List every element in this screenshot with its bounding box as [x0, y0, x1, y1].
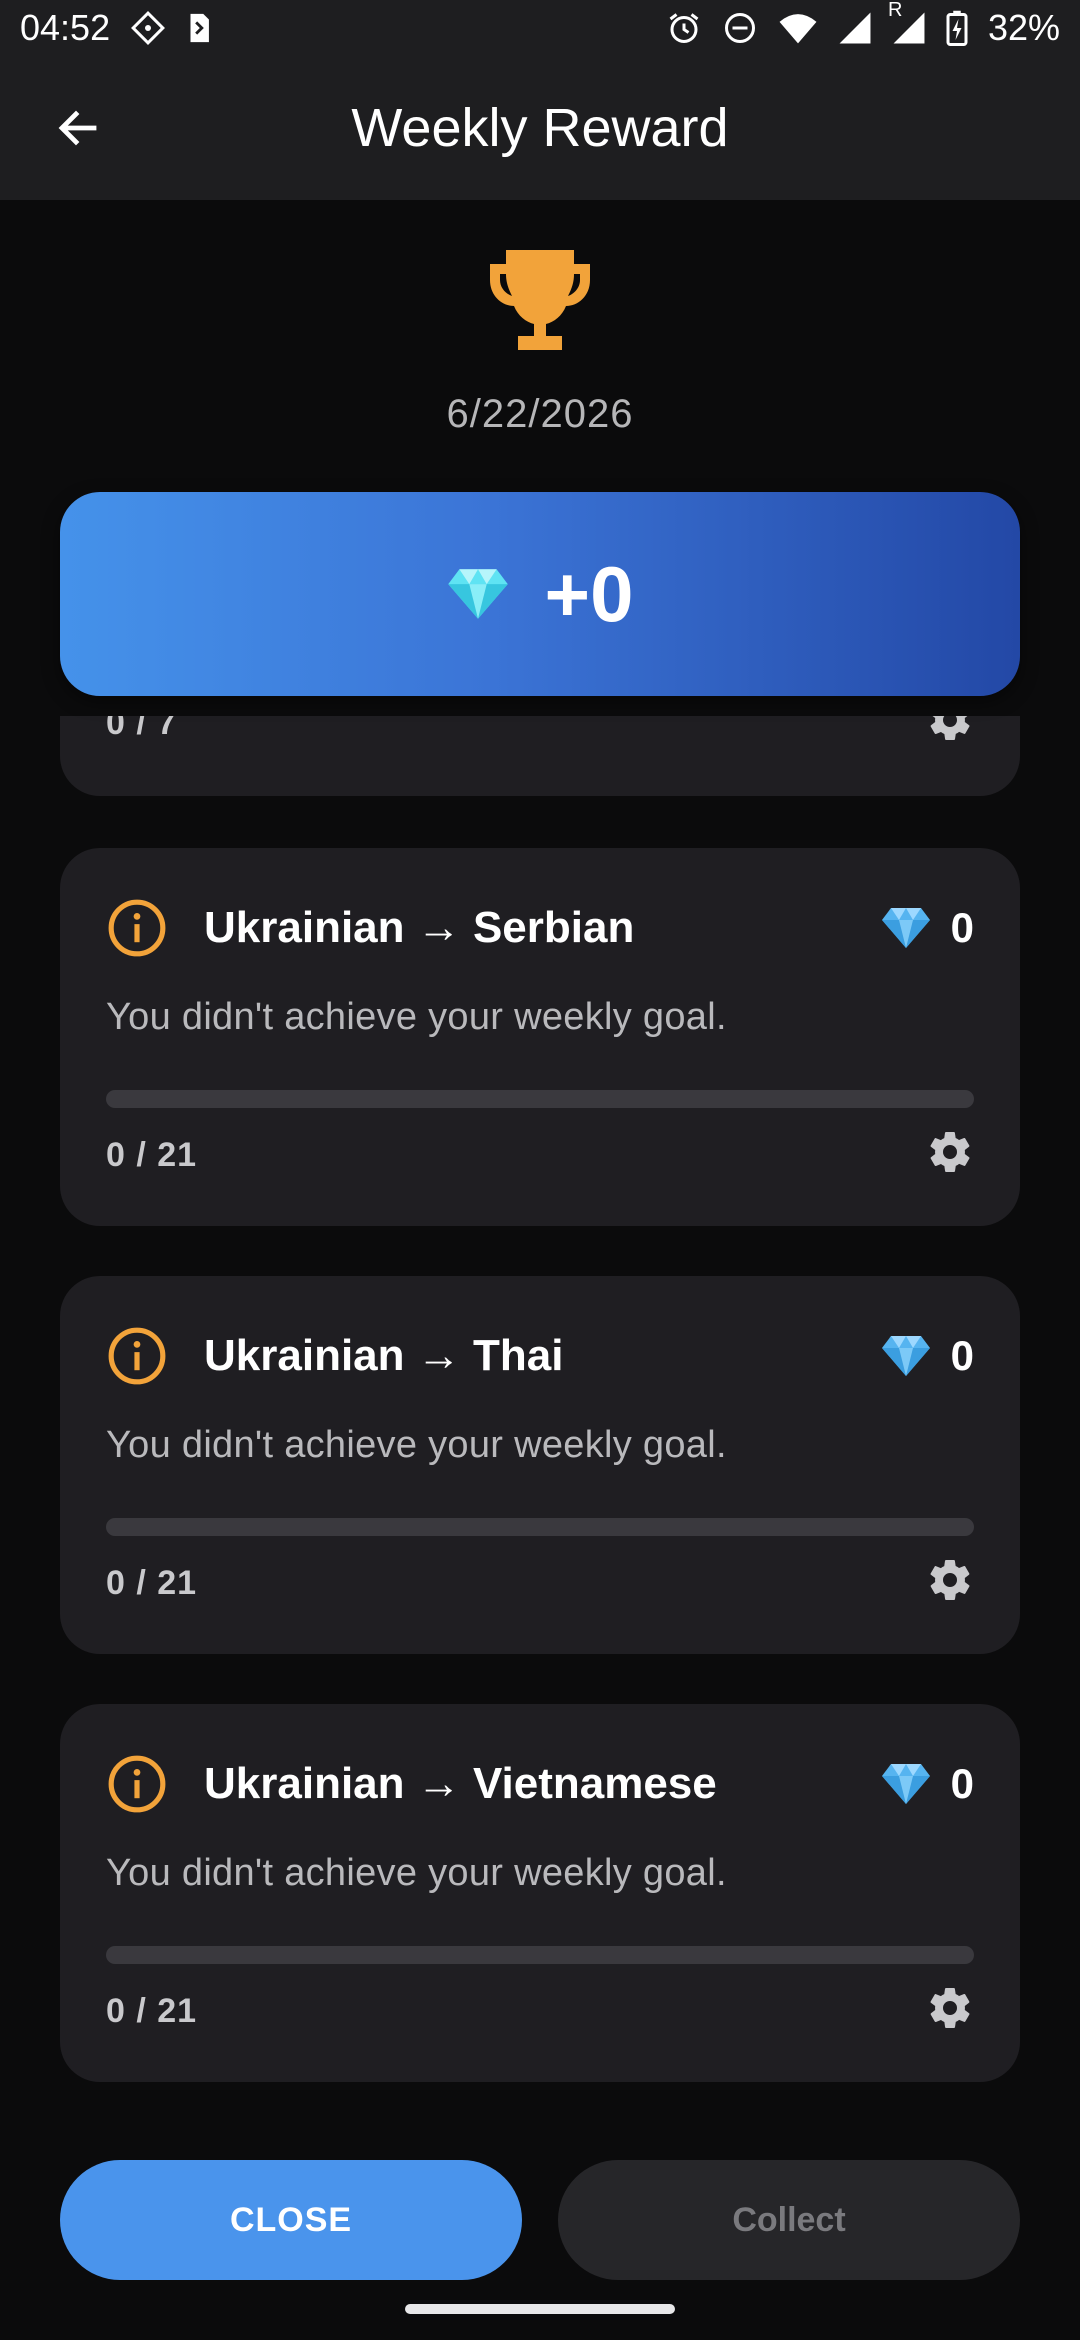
- card-gem-count: 0: [950, 904, 974, 951]
- progress-text: 0 / 21: [106, 1564, 198, 1602]
- diamond-icon: [447, 569, 508, 619]
- settings-gear-icon[interactable]: [926, 1556, 974, 1604]
- wifi-icon: [778, 11, 818, 45]
- alarm-icon: [666, 10, 702, 46]
- signal-icon: [838, 11, 872, 45]
- diamond-icon: [881, 1336, 930, 1376]
- progress-bar: [106, 1946, 974, 1964]
- progress-bar: [106, 1518, 974, 1536]
- app-bar: Weekly Reward: [0, 56, 1080, 200]
- goals-list[interactable]: 0 / 7 Ukrainian → Serbian 0 You didn't a…: [0, 716, 1080, 2096]
- reward-banner: +0: [60, 492, 1020, 696]
- status-right: R 32%: [666, 0, 1060, 49]
- page-title: Weekly Reward: [351, 98, 729, 158]
- arrow-back-icon: [58, 110, 97, 146]
- card-title: Ukrainian → Vietnamese: [204, 1759, 717, 1808]
- diamond-icon: [881, 908, 930, 948]
- progress-text: 0 / 7: [106, 716, 178, 742]
- home-indicator[interactable]: [405, 2304, 675, 2314]
- status-bar: 04:52 R 32%: [0, 0, 1080, 56]
- progress-text: 0 / 21: [106, 1992, 198, 2030]
- battery-charging-icon: [946, 10, 968, 46]
- card-gem-count: 0: [950, 1332, 974, 1379]
- sim-card-icon: [186, 11, 212, 45]
- card-gems: 0: [881, 904, 974, 952]
- progress-bar: [106, 1090, 974, 1108]
- goal-card: Ukrainian → Vietnamese 0 You didn't achi…: [60, 1704, 1020, 2082]
- diamond-icon: [881, 1764, 930, 1804]
- status-time: 04:52: [20, 7, 111, 48]
- card-header: Ukrainian → Thai 0: [106, 1324, 974, 1388]
- close-button[interactable]: CLOSE: [60, 2160, 522, 2280]
- card-header: Ukrainian → Vietnamese 0: [106, 1752, 974, 1816]
- reward-value: +0: [544, 549, 634, 638]
- info-icon: [108, 899, 166, 957]
- goal-card: Ukrainian → Serbian 0 You didn't achieve…: [60, 848, 1020, 1226]
- card-gem-count: 0: [950, 1760, 974, 1807]
- signal-roaming-icon: R: [888, 0, 926, 45]
- card-message: You didn't achieve your weekly goal.: [106, 1424, 727, 1466]
- card-title: Ukrainian → Serbian: [204, 903, 635, 952]
- info-icon: [108, 1755, 166, 1813]
- goal-card-partial: 0 / 7: [60, 716, 1020, 796]
- reward-date: 6/22/2026: [446, 392, 634, 436]
- settings-gear-icon[interactable]: [926, 716, 974, 744]
- info-icon: [108, 1327, 166, 1385]
- collect-button[interactable]: Collect: [558, 2160, 1020, 2280]
- battery-percent: 32%: [987, 7, 1060, 48]
- settings-gear-icon[interactable]: [926, 1984, 974, 2032]
- settings-gear-icon[interactable]: [926, 1128, 974, 1176]
- back-button[interactable]: [36, 86, 120, 170]
- status-left: 04:52: [20, 7, 212, 49]
- card-message: You didn't achieve your weekly goal.: [106, 996, 727, 1038]
- trophy-icon: [490, 250, 590, 350]
- roaming-indicator: R: [887, 0, 903, 21]
- card-header: Ukrainian → Serbian 0: [106, 896, 974, 960]
- card-message: You didn't achieve your weekly goal.: [106, 1852, 727, 1894]
- card-gems: 0: [881, 1332, 974, 1380]
- goal-card: Ukrainian → Thai 0 You didn't achieve yo…: [60, 1276, 1020, 1654]
- cast-icon: [130, 10, 166, 46]
- progress-text: 0 / 21: [106, 1136, 198, 1174]
- do-not-disturb-icon: [722, 10, 758, 46]
- card-title: Ukrainian → Thai: [204, 1331, 564, 1380]
- card-gems: 0: [881, 1760, 974, 1808]
